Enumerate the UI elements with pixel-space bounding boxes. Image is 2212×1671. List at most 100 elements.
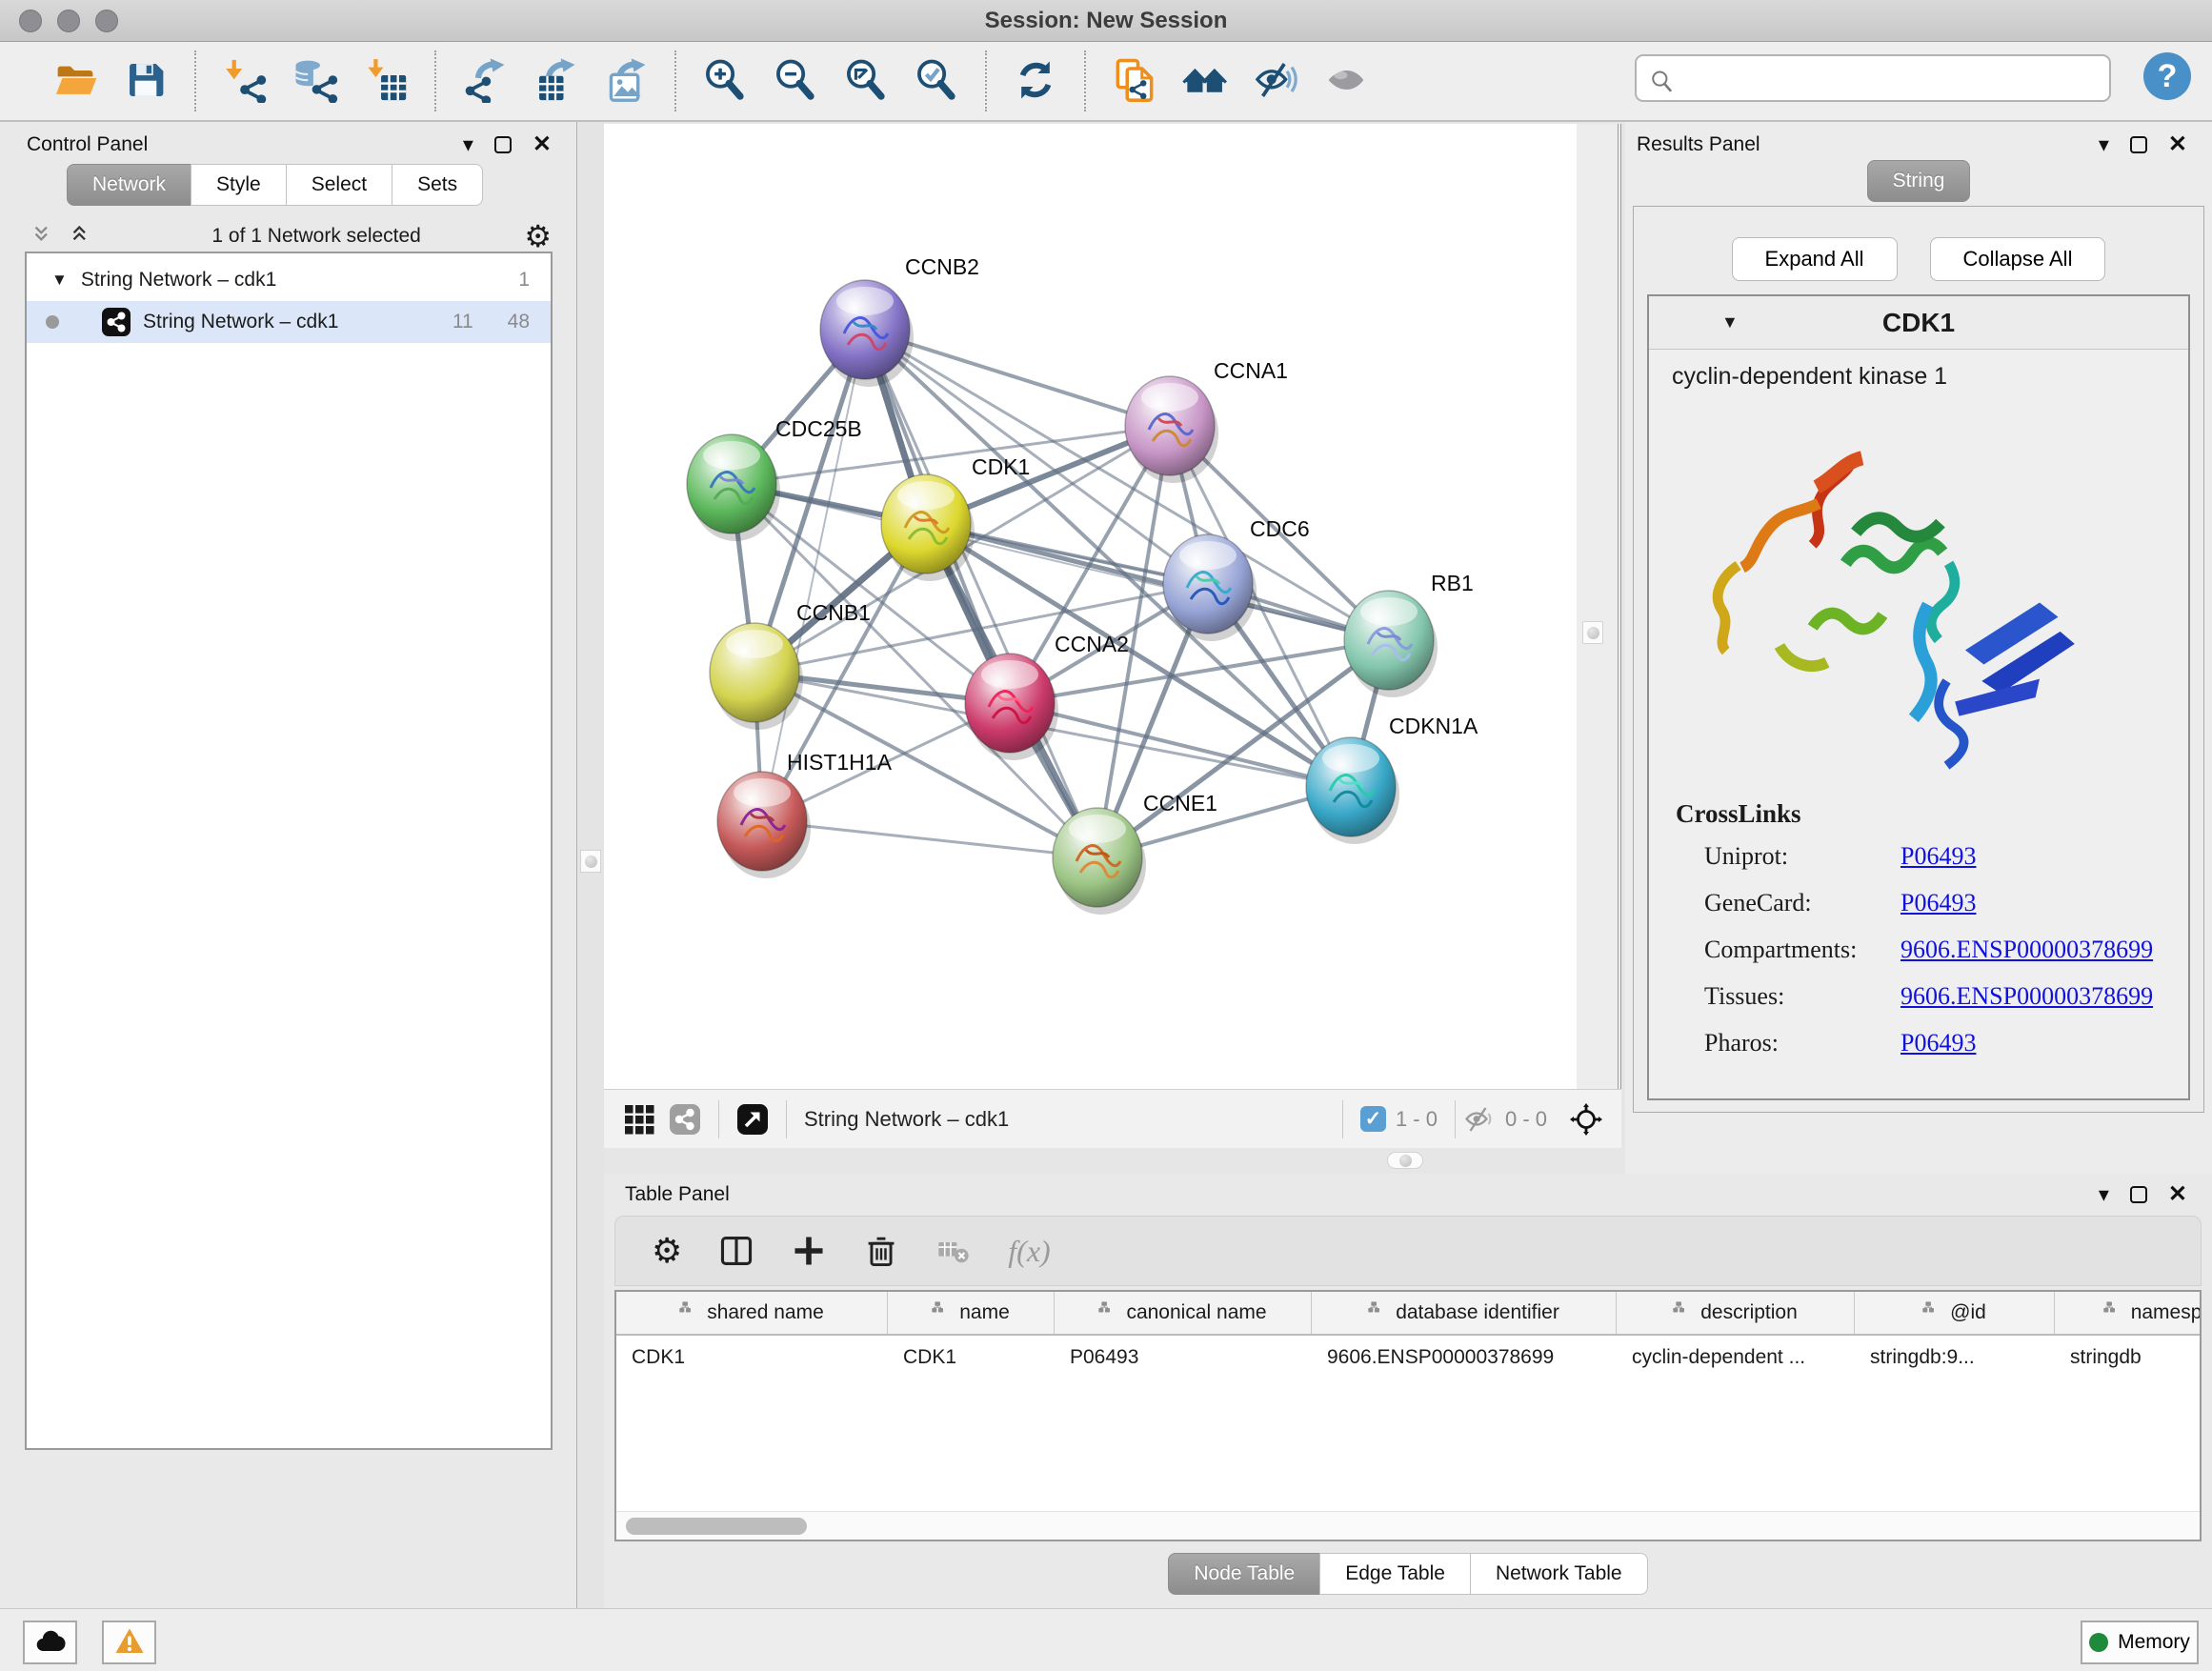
- export-table-button[interactable]: [520, 50, 591, 111]
- panel-float-icon[interactable]: [494, 136, 512, 153]
- table-settings-gear-icon[interactable]: ⚙: [652, 1234, 682, 1268]
- table-cell[interactable]: stringdb:9...: [1855, 1346, 2055, 1369]
- collapse-all-icon[interactable]: [32, 222, 61, 251]
- hide-selected-button[interactable]: [1240, 50, 1311, 111]
- search-box[interactable]: [1635, 54, 2111, 102]
- node-HIST1H1A[interactable]: HIST1H1A: [717, 750, 893, 878]
- panel-close-icon[interactable]: ✕: [533, 133, 552, 156]
- window-controls[interactable]: [19, 10, 118, 32]
- column-header-database-identifier[interactable]: database identifier: [1312, 1292, 1617, 1334]
- left-splitter[interactable]: [578, 122, 604, 1608]
- expand-all-icon[interactable]: [70, 222, 99, 251]
- crosslink-link[interactable]: P06493: [1900, 889, 1976, 917]
- tab-node-table[interactable]: Node Table: [1168, 1553, 1320, 1595]
- node-CDKN1A[interactable]: CDKN1A: [1306, 714, 1478, 844]
- node-CDK1[interactable]: CDK1: [881, 454, 1030, 581]
- network-options-gear-icon[interactable]: ⚙: [524, 221, 552, 252]
- memory-button[interactable]: Memory: [2081, 1621, 2199, 1664]
- network-row[interactable]: String Network – cdk1 11 48: [27, 301, 551, 343]
- horizontal-splitter-handle[interactable]: [1387, 1152, 1423, 1169]
- zoom-window-icon[interactable]: [95, 10, 118, 32]
- zoom-out-button[interactable]: [760, 50, 831, 111]
- cloud-status-button[interactable]: [23, 1621, 77, 1664]
- crosslink-link[interactable]: 9606.ENSP00000378699: [1900, 936, 2153, 964]
- tab-string[interactable]: String: [1867, 160, 1971, 202]
- crosslink-link[interactable]: P06493: [1900, 1029, 1976, 1057]
- right-splitter[interactable]: [1577, 124, 1621, 1089]
- crosslink-link[interactable]: P06493: [1900, 842, 1976, 871]
- import-database-button[interactable]: [280, 50, 351, 111]
- crosslink-link[interactable]: 9606.ENSP00000378699: [1900, 982, 2153, 1011]
- edge-CDC6-CCNB1[interactable]: [754, 584, 1208, 673]
- collection-expander-icon[interactable]: ▼: [51, 271, 68, 290]
- protein-card-header[interactable]: ▼ CDK1: [1649, 296, 2188, 350]
- column-header-@id[interactable]: @id: [1855, 1292, 2055, 1334]
- fit-selected-crosshair-icon[interactable]: [1570, 1103, 1602, 1136]
- expand-all-button[interactable]: Expand All: [1732, 237, 1898, 281]
- external-link-icon[interactable]: [736, 1103, 769, 1136]
- collapse-all-button[interactable]: Collapse All: [1930, 237, 2106, 281]
- table-menu-icon[interactable]: ▾: [2099, 1184, 2109, 1205]
- zoom-fit-button[interactable]: [831, 50, 901, 111]
- table-hscrollbar-thumb[interactable]: [626, 1518, 807, 1535]
- panel-menu-icon[interactable]: ▾: [463, 134, 473, 155]
- table-cell[interactable]: cyclin-dependent ...: [1617, 1346, 1855, 1369]
- left-splitter-handle[interactable]: [580, 850, 601, 873]
- column-header-description[interactable]: description: [1617, 1292, 1855, 1334]
- network-collection-row[interactable]: ▼ String Network – cdk1 1: [27, 259, 551, 301]
- export-image-button[interactable]: [591, 50, 661, 111]
- export-network-button[interactable]: [450, 50, 520, 111]
- table-hscrollbar[interactable]: [616, 1511, 2200, 1540]
- birdseye-grid-icon[interactable]: [623, 1103, 655, 1136]
- save-session-button[interactable]: [111, 50, 181, 111]
- search-input[interactable]: [1684, 66, 2109, 91]
- results-float-icon[interactable]: [2130, 136, 2147, 153]
- show-all-button[interactable]: [1311, 50, 1381, 111]
- table-data-row[interactable]: CDK1CDK1P064939606.ENSP00000378699cyclin…: [616, 1336, 2200, 1379]
- import-network-button[interactable]: [210, 50, 280, 111]
- edge-HIST1H1A-CCNE1[interactable]: [762, 821, 1097, 857]
- minimize-window-icon[interactable]: [57, 10, 80, 32]
- tab-style[interactable]: Style: [191, 164, 287, 206]
- table-float-icon[interactable]: [2130, 1186, 2147, 1203]
- tab-network-table[interactable]: Network Table: [1470, 1553, 1648, 1595]
- import-table-button[interactable]: [351, 50, 421, 111]
- warnings-button[interactable]: [102, 1621, 156, 1664]
- node-CCNB2[interactable]: CCNB2: [820, 254, 979, 387]
- column-header-namespace[interactable]: namespace: [2055, 1292, 2202, 1334]
- node-CCNA1[interactable]: CCNA1: [1125, 358, 1288, 483]
- close-window-icon[interactable]: [19, 10, 42, 32]
- protein-expander-icon[interactable]: ▼: [1721, 312, 1739, 332]
- table-header-row[interactable]: shared namenamecanonical namedatabase id…: [616, 1292, 2200, 1336]
- results-menu-icon[interactable]: ▾: [2099, 134, 2109, 155]
- table-cell[interactable]: CDK1: [616, 1346, 888, 1369]
- tab-select[interactable]: Select: [286, 164, 392, 206]
- tab-edge-table[interactable]: Edge Table: [1319, 1553, 1471, 1595]
- open-session-button[interactable]: [40, 50, 111, 111]
- help-button[interactable]: ?: [2143, 52, 2191, 100]
- results-close-icon[interactable]: ✕: [2168, 133, 2187, 156]
- table-cell[interactable]: stringdb: [2055, 1346, 2202, 1369]
- create-column-icon[interactable]: [791, 1233, 827, 1269]
- column-header-name[interactable]: name: [888, 1292, 1055, 1334]
- horizontal-splitter[interactable]: [604, 1148, 1621, 1174]
- zoom-selected-button[interactable]: [901, 50, 972, 111]
- show-columns-icon[interactable]: [718, 1233, 754, 1269]
- node-RB1[interactable]: RB1: [1344, 571, 1474, 697]
- node-table[interactable]: shared namenamecanonical namedatabase id…: [614, 1290, 2202, 1541]
- first-neighbors-button[interactable]: [1170, 50, 1240, 111]
- edge-CCNB2-CCNE1[interactable]: [865, 330, 1097, 857]
- network-graph[interactable]: CCNB2CCNA1CDC25BCDK1CDC6RB1CCNB1CCNA2CDK…: [604, 124, 1577, 1089]
- network-share-icon[interactable]: [669, 1103, 701, 1136]
- right-splitter-handle[interactable]: [1582, 621, 1603, 644]
- tab-sets[interactable]: Sets: [392, 164, 483, 206]
- delete-column-icon[interactable]: [863, 1233, 899, 1269]
- tab-network[interactable]: Network: [67, 164, 191, 206]
- zoom-in-button[interactable]: [690, 50, 760, 111]
- column-header-shared-name[interactable]: shared name: [616, 1292, 888, 1334]
- clone-network-button[interactable]: [1099, 50, 1170, 111]
- table-close-icon[interactable]: ✕: [2168, 1183, 2187, 1206]
- table-cell[interactable]: 9606.ENSP00000378699: [1312, 1346, 1617, 1369]
- refresh-layout-button[interactable]: [1000, 50, 1071, 111]
- selected-nodes-checkbox[interactable]: ✓: [1360, 1106, 1386, 1132]
